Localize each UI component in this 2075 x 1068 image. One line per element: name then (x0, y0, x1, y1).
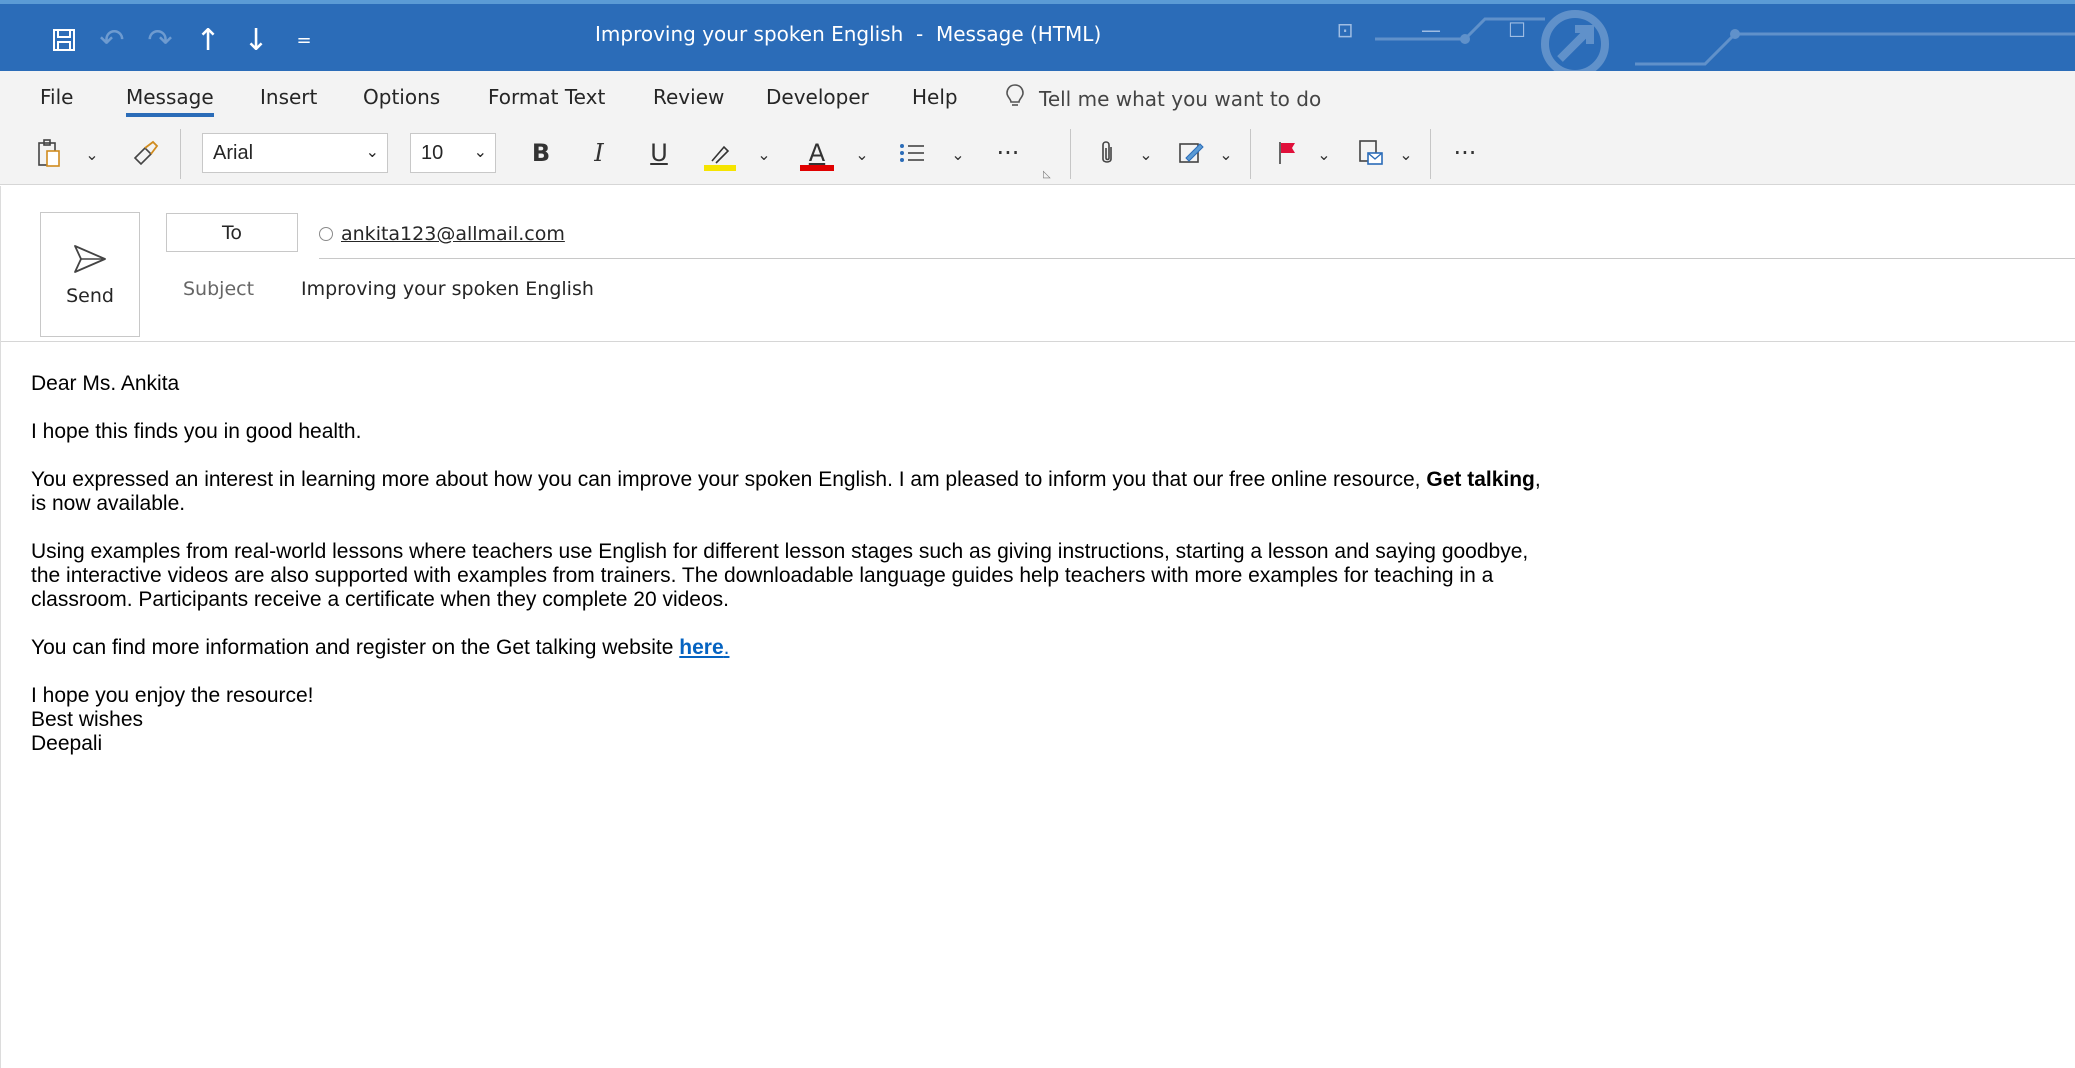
presence-status-icon (319, 227, 333, 241)
tab-developer[interactable]: Developer (766, 85, 869, 109)
font-size-select[interactable]: 10 ⌄ (410, 133, 496, 173)
tell-me-text: Tell me what you want to do (1039, 87, 1322, 111)
window-controls: ⊡ — ☐ (1320, 18, 1542, 42)
quick-access-toolbar: ↶ ↷ ↑ ↓ = (40, 20, 328, 60)
email-paragraph-4-text: You can find more information and regist… (31, 636, 680, 659)
email-closing-2: Best wishes (31, 708, 144, 731)
tab-options[interactable]: Options (363, 85, 440, 109)
down-arrow-icon[interactable]: ↓ (232, 20, 280, 60)
highlight-color-swatch (704, 165, 736, 171)
lightbulb-icon (1005, 83, 1025, 115)
email-greeting: Dear Ms. Ankita (31, 372, 180, 395)
ribbon-overflow-icon[interactable]: ··· (1445, 133, 1485, 173)
window-title: Improving your spoken English - Message … (595, 22, 1102, 46)
tell-me-search[interactable]: Tell me what you want to do (1005, 83, 1321, 115)
tab-message[interactable]: Message (126, 85, 214, 117)
undo-icon[interactable]: ↶ (88, 20, 136, 60)
to-field-underline (319, 258, 2075, 259)
redo-icon[interactable]: ↷ (136, 20, 184, 60)
to-button[interactable]: To (166, 213, 298, 252)
to-address[interactable]: ankita123@allmail.com (341, 223, 565, 245)
maximize-icon[interactable]: ☐ (1492, 18, 1542, 42)
email-paragraph-2: You expressed an interest in learning mo… (31, 468, 1561, 516)
email-paragraph-2-text: You expressed an interest in learning mo… (31, 468, 1427, 491)
tab-file[interactable]: File (40, 85, 73, 109)
website-link[interactable]: here (679, 636, 723, 659)
font-color-swatch (800, 165, 834, 171)
email-paragraph-3: Using examples from real-world lessons w… (31, 540, 1529, 611)
minimize-icon[interactable]: — (1406, 18, 1456, 42)
send-label: Send (66, 284, 114, 307)
tab-help[interactable]: Help (912, 85, 958, 109)
email-closing-1: I hope you enjoy the resource! (31, 684, 314, 707)
bold-button[interactable]: B (524, 133, 558, 173)
save-icon[interactable] (40, 20, 88, 60)
send-icon (74, 244, 106, 273)
subject-field[interactable]: Improving your spoken English (301, 278, 594, 300)
paste-icon[interactable] (32, 133, 66, 173)
send-button[interactable]: Send (40, 212, 140, 337)
template-dropdown-chevron-icon[interactable]: ⌄ (1396, 142, 1416, 166)
tab-review[interactable]: Review (653, 85, 724, 109)
email-content[interactable]: Dear Ms. Ankita I hope this finds you in… (31, 372, 1561, 756)
font-name-value: Arial (213, 141, 254, 164)
signature-icon[interactable] (1174, 133, 1208, 173)
more-options-icon[interactable]: ··· (988, 133, 1028, 173)
up-arrow-icon[interactable]: ↑ (184, 20, 232, 60)
dialog-launcher-icon[interactable]: ◺ (1043, 169, 1051, 180)
ribbon-tabs: File Message Insert Options Format Text … (0, 71, 2075, 123)
recipient-chip[interactable]: ankita123@allmail.com (319, 223, 565, 245)
bullets-dropdown-chevron-icon[interactable]: ⌄ (948, 142, 968, 166)
paste-dropdown-chevron-icon[interactable]: ⌄ (82, 142, 102, 166)
follow-up-flag-icon[interactable] (1270, 133, 1304, 173)
font-color-dropdown-chevron-icon[interactable]: ⌄ (852, 142, 872, 166)
save-template-icon[interactable] (1354, 133, 1388, 173)
attach-dropdown-chevron-icon[interactable]: ⌄ (1136, 142, 1156, 166)
email-paragraph-1: I hope this finds you in good health. (31, 420, 362, 443)
font-size-value: 10 (421, 141, 444, 164)
tab-format-text[interactable]: Format Text (488, 85, 605, 109)
ribbon-separator (1070, 129, 1071, 179)
ribbon-display-icon[interactable]: ⊡ (1320, 18, 1370, 42)
message-body[interactable]: Dear Ms. Ankita I hope this finds you in… (0, 342, 2075, 1068)
italic-button[interactable]: I (582, 133, 616, 173)
flag-dropdown-chevron-icon[interactable]: ⌄ (1314, 142, 1334, 166)
bullets-icon[interactable] (892, 133, 932, 173)
chevron-down-icon: ⌄ (365, 142, 379, 161)
ribbon-separator (180, 129, 181, 179)
email-signature: Deepali (31, 732, 103, 755)
resource-name: Get talking (1426, 468, 1535, 491)
format-painter-icon[interactable] (128, 133, 162, 173)
ribbon-toolbar: ⌄ Arial ⌄ 10 ⌄ B I U ⌄ A ⌄ ⌄ ··· ◺ ⌄ ⌄ ⌄… (0, 123, 2075, 185)
email-paragraph-4: You can find more information and regist… (31, 636, 1561, 660)
attach-file-icon[interactable] (1090, 133, 1124, 173)
signature-dropdown-chevron-icon[interactable]: ⌄ (1216, 142, 1236, 166)
customize-toolbar-icon[interactable]: = (280, 20, 328, 60)
font-name-select[interactable]: Arial ⌄ (202, 133, 388, 173)
email-paragraph-4-tail: . (723, 636, 730, 659)
highlight-dropdown-chevron-icon[interactable]: ⌄ (754, 142, 774, 166)
underline-button[interactable]: U (642, 133, 676, 173)
message-header: Send To ankita123@allmail.com Subject Im… (0, 186, 2075, 342)
subject-label: Subject (183, 278, 255, 300)
tab-insert[interactable]: Insert (260, 85, 317, 109)
title-bar: ↶ ↷ ↑ ↓ = Improving your spoken English … (0, 0, 2075, 71)
ribbon-separator (1250, 129, 1251, 179)
chevron-down-icon: ⌄ (473, 142, 487, 161)
ribbon-separator (1430, 129, 1431, 179)
